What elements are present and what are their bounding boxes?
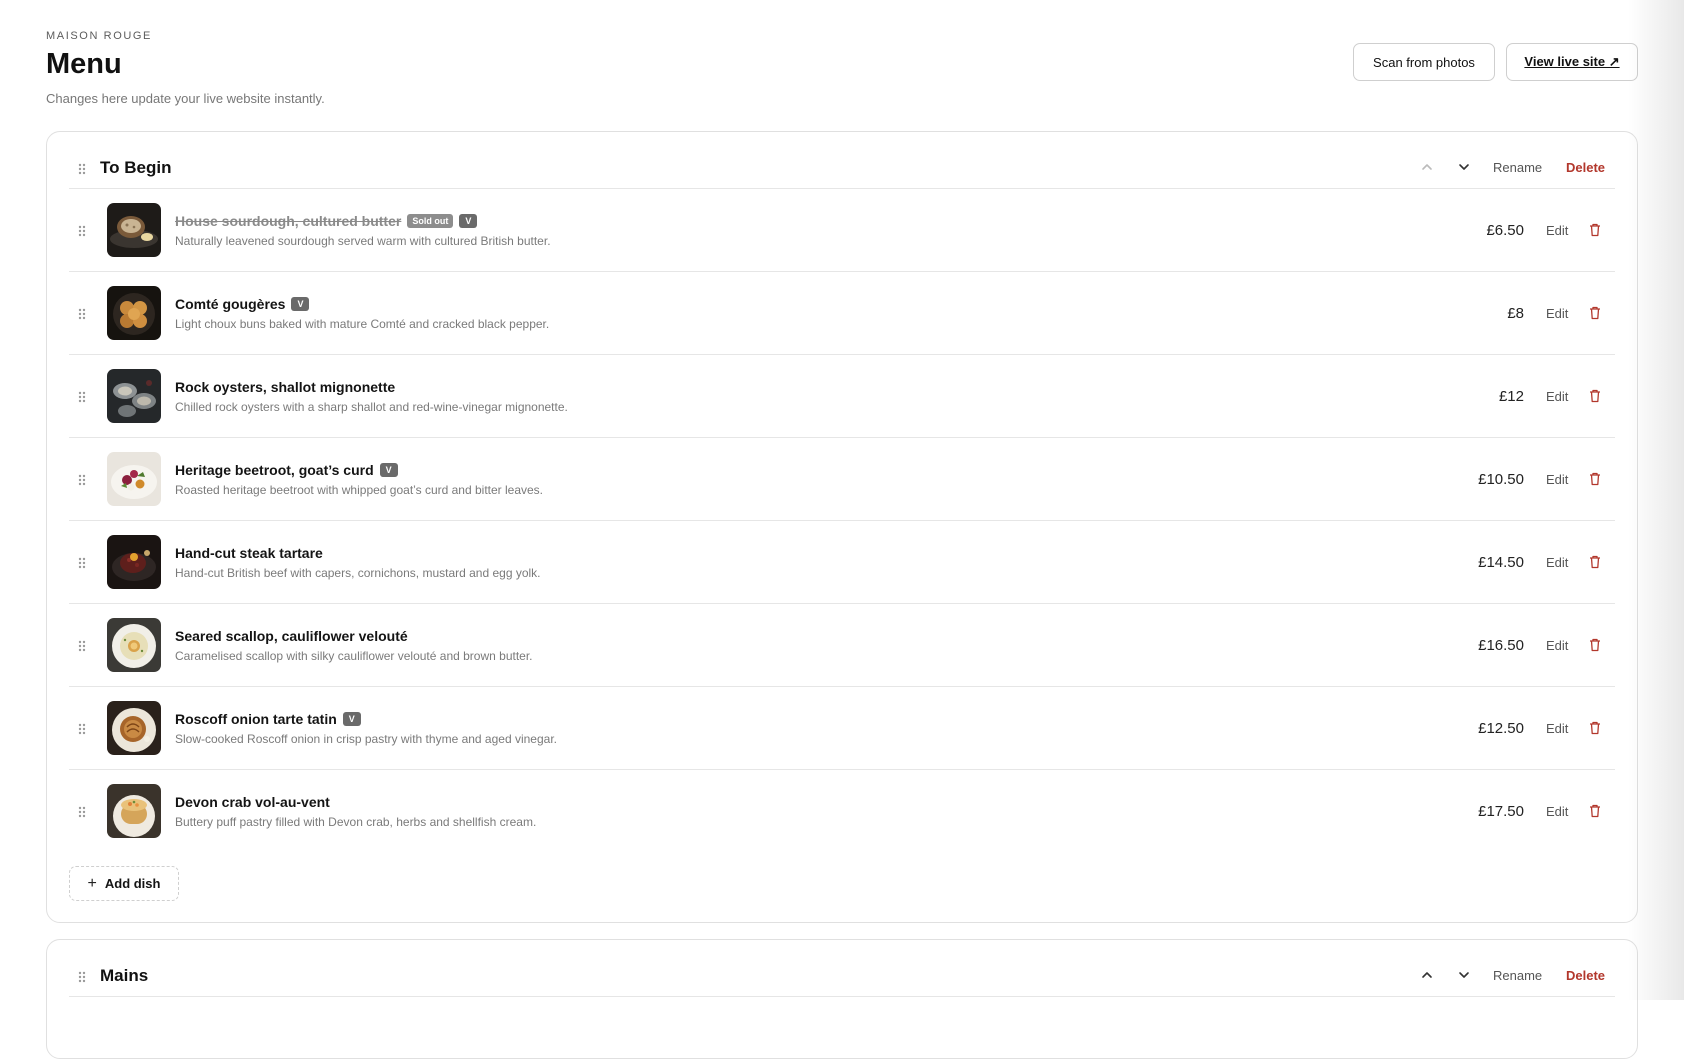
dish-name: House sourdough, cultured butter (175, 213, 402, 229)
delete-dish-icon[interactable] (1589, 472, 1601, 486)
vegetarian-badge: V (291, 297, 310, 311)
drag-handle-icon[interactable] (78, 640, 86, 652)
dish-name: Roscoff onion tarte tatin (175, 711, 337, 727)
edit-dish-button[interactable]: Edit (1546, 306, 1568, 321)
dish-photo-vol-au-vent (107, 784, 161, 838)
delete-dish-icon[interactable] (1589, 223, 1601, 237)
dish-description: Buttery puff pastry filled with Devon cr… (175, 815, 537, 829)
section-header: Mains Rename Delete (47, 940, 1637, 998)
dish-name: Seared scallop, cauliflower velouté (175, 628, 408, 644)
vegetarian-badge: V (379, 463, 398, 477)
dish-name: Hand-cut steak tartare (175, 545, 323, 561)
edit-dish-button[interactable]: Edit (1546, 389, 1568, 404)
dish-description: Hand-cut British beef with capers, corni… (175, 566, 541, 580)
dish-row: Devon crab vol-au-vent Buttery puff past… (69, 770, 1615, 853)
drag-handle-icon[interactable] (78, 557, 86, 569)
delete-dish-icon[interactable] (1589, 555, 1601, 569)
dish-name: Heritage beetroot, goat’s curd (175, 462, 374, 478)
vegetarian-badge: V (342, 712, 361, 726)
dish-photo-sourdough (107, 203, 161, 257)
restaurant-name: MAISON ROUGE (46, 30, 152, 42)
edit-dish-button[interactable]: Edit (1546, 223, 1568, 238)
drag-handle-icon[interactable] (78, 971, 86, 983)
dish-price: £12 (1498, 388, 1524, 405)
drag-handle-icon[interactable] (78, 723, 86, 735)
dish-description: Slow-cooked Roscoff onion in crisp pastr… (175, 732, 557, 746)
dish-photo-oysters (107, 369, 161, 423)
dish-photo-tarte-tatin (107, 701, 161, 755)
drag-handle-icon[interactable] (78, 391, 86, 403)
dish-photo-gougeres (107, 286, 161, 340)
dish-description: Caramelised scallop with silky cauliflow… (175, 649, 533, 663)
dish-price: £12.50 (1478, 720, 1524, 737)
dish-row: Hand-cut steak tartare Hand-cut British … (69, 521, 1615, 604)
add-dish-button[interactable]: + Add dish (69, 866, 179, 901)
edit-dish-button[interactable]: Edit (1546, 472, 1568, 487)
dish-row: Seared scallop, cauliflower velouté Cara… (69, 604, 1615, 687)
delete-dish-icon[interactable] (1589, 804, 1601, 818)
divider (69, 996, 1615, 997)
dish-price: £17.50 (1478, 803, 1524, 820)
dish-row: House sourdough, cultured butter Sold ou… (69, 189, 1615, 272)
dish-name: Comté gougères (175, 296, 286, 312)
delete-dish-icon[interactable] (1589, 638, 1601, 652)
dish-row: Roscoff onion tarte tatin V Slow-cooked … (69, 687, 1615, 770)
dish-description: Light choux buns baked with mature Comté… (175, 317, 550, 331)
rename-section-button[interactable]: Rename (1493, 968, 1542, 983)
dish-description: Chilled rock oysters with a sharp shallo… (175, 400, 568, 414)
edit-dish-button[interactable]: Edit (1546, 804, 1568, 819)
delete-dish-icon[interactable] (1589, 721, 1601, 735)
move-section-down-icon[interactable] (1457, 968, 1471, 982)
plus-icon: + (87, 874, 97, 892)
dish-photo-scallop (107, 618, 161, 672)
scan-from-photos-button[interactable]: Scan from photos (1353, 43, 1495, 81)
rename-section-button[interactable]: Rename (1493, 160, 1542, 175)
dish-price: £6.50 (1486, 222, 1524, 239)
dish-photo-beetroot (107, 452, 161, 506)
move-section-down-icon[interactable] (1457, 160, 1471, 174)
page-title: Menu (46, 48, 122, 80)
dish-row: Heritage beetroot, goat’s curd V Roasted… (69, 438, 1615, 521)
dish-description: Naturally leavened sourdough served warm… (175, 234, 551, 248)
view-live-site-button[interactable]: View live site ↗ (1506, 43, 1638, 81)
dish-description: Roasted heritage beetroot with whipped g… (175, 483, 544, 497)
drag-handle-icon[interactable] (78, 474, 86, 486)
dish-name: Devon crab vol-au-vent (175, 794, 330, 810)
delete-dish-icon[interactable] (1589, 306, 1601, 320)
menu-section-card: Mains Rename Delete (46, 939, 1638, 1059)
dish-price: £16.50 (1478, 637, 1524, 654)
dish-photo-steak-tartare (107, 535, 161, 589)
delete-dish-icon[interactable] (1589, 389, 1601, 403)
move-section-up-icon[interactable] (1420, 160, 1434, 174)
section-header: To Begin Rename Delete (47, 132, 1637, 190)
dish-name: Rock oysters, shallot mignonette (175, 379, 396, 395)
delete-section-button[interactable]: Delete (1566, 160, 1605, 175)
section-title[interactable]: Mains (100, 966, 148, 986)
menu-section-card: To Begin Rename Delete House sourdough, … (46, 131, 1638, 923)
drag-handle-icon[interactable] (78, 225, 86, 237)
delete-section-button[interactable]: Delete (1566, 968, 1605, 983)
page-subtitle: Changes here update your live website in… (46, 91, 325, 106)
vegetarian-badge: V (459, 214, 478, 228)
dish-price: £14.50 (1478, 554, 1524, 571)
dish-row: Comté gougères V Light choux buns baked … (69, 272, 1615, 355)
move-section-up-icon[interactable] (1420, 968, 1434, 982)
sold-out-badge: Sold out (407, 214, 454, 228)
dish-price: £10.50 (1478, 471, 1524, 488)
edge-shadow (1628, 0, 1684, 1000)
edit-dish-button[interactable]: Edit (1546, 555, 1568, 570)
add-dish-label: Add dish (104, 876, 161, 891)
drag-handle-icon[interactable] (78, 806, 86, 818)
drag-handle-icon[interactable] (78, 308, 86, 320)
edit-dish-button[interactable]: Edit (1546, 638, 1568, 653)
dish-price: £8 (1507, 305, 1524, 322)
dish-row: Rock oysters, shallot mignonette Chilled… (69, 355, 1615, 438)
edit-dish-button[interactable]: Edit (1546, 721, 1568, 736)
section-title[interactable]: To Begin (100, 158, 171, 178)
drag-handle-icon[interactable] (78, 163, 86, 175)
